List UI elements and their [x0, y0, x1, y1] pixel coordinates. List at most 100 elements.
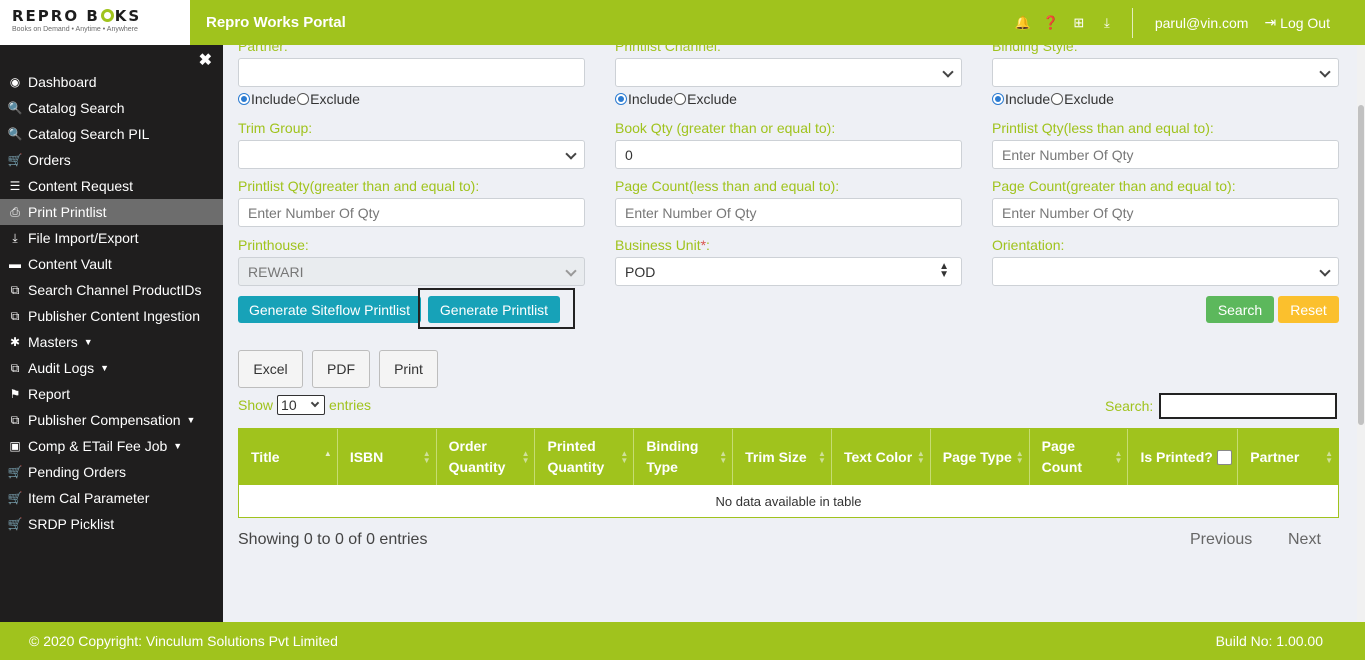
chevron-down-icon	[1319, 66, 1331, 78]
orientation-label: Orientation:	[992, 237, 1065, 253]
page-count-le-label: Page Count(less than and equal to):	[615, 178, 840, 194]
partner-exclude-radio[interactable]	[297, 93, 310, 105]
column-header-order-quantity[interactable]: Order Quantity ▲ ▼	[437, 429, 536, 485]
sidebar-item-report[interactable]: ⚑ Report	[0, 381, 223, 407]
trim-group-label: Trim Group:	[238, 120, 313, 136]
pdf-export-button[interactable]: PDF	[312, 350, 370, 388]
search-button[interactable]: Search	[1206, 296, 1274, 323]
sidebar-item-item-cal-parameter[interactable]: 🛒 Item Cal Parameter	[0, 485, 223, 511]
download-icon[interactable]: ⤓	[1100, 15, 1114, 30]
sidebar-item-srdp-picklist[interactable]: 🛒 SRDP Picklist	[0, 511, 223, 537]
logout-button[interactable]: ⇥ Log Out	[1264, 14, 1330, 31]
exclude-label: Exclude	[687, 91, 737, 107]
next-page-button[interactable]: Next	[1288, 531, 1321, 549]
sidebar: ✖ ◉ Dashboard 🔍 Catalog Search 🔍 Catalog Sear…	[0, 45, 223, 622]
generate-siteflow-printlist-button[interactable]: Generate Siteflow Printlist	[238, 296, 421, 323]
sidebar-item-dashboard[interactable]: ◉ Dashboard	[0, 69, 223, 95]
page-scrollbar[interactable]	[1357, 45, 1365, 622]
excel-export-button[interactable]: Excel	[238, 350, 303, 388]
binding-include-radio[interactable]	[992, 93, 1004, 105]
partner-input[interactable]	[238, 58, 585, 87]
cart-icon: 🛒	[7, 153, 23, 167]
sidebar-item-file-import-export[interactable]: ⤓ File Import/Export	[0, 225, 223, 251]
column-header-label: Trim Size	[745, 448, 807, 465]
brand-logo[interactable]: REPRO B KS Books on Demand • Anytime • An…	[0, 0, 190, 45]
previous-page-button[interactable]: Previous	[1190, 531, 1252, 549]
select-all-checkbox[interactable]	[1216, 449, 1232, 465]
plus-square-icon[interactable]: ⊞	[1072, 15, 1086, 30]
binding-style-select[interactable]	[992, 58, 1339, 87]
column-header-is-printed[interactable]: Is Printed?	[1128, 429, 1239, 485]
channel-include-radio[interactable]	[615, 93, 627, 105]
column-header-partner[interactable]: Partner ▲ ▼	[1238, 429, 1338, 485]
sidebar-item-comp-etail-fee-job[interactable]: ▣ Comp & ETail Fee Job ▼	[0, 433, 223, 459]
sidebar-item-content-request[interactable]: ☰ Content Request	[0, 173, 223, 199]
close-icon[interactable]: ✖	[199, 50, 212, 70]
scrollbar-thumb[interactable]	[1358, 105, 1364, 425]
generate-printlist-button[interactable]: Generate Printlist	[428, 296, 560, 323]
cart-icon: 🛒	[7, 517, 23, 531]
sidebar-item-search-channel-productids[interactable]: ⧉ Search Channel ProductIDs	[0, 277, 223, 303]
help-icon[interactable]: ❓	[1043, 15, 1059, 30]
book-qty-input[interactable]: 0	[615, 140, 962, 169]
sidebar-item-audit-logs[interactable]: ⧉ Audit Logs ▼	[0, 355, 223, 381]
sidebar-item-pending-orders[interactable]: 🛒 Pending Orders	[0, 459, 223, 485]
column-header-label: Order Quantity	[448, 438, 506, 475]
sidebar-item-content-vault[interactable]: ▬ Content Vault	[0, 251, 223, 277]
sort-icon: ▲ ▼	[620, 449, 629, 465]
channel-exclude-radio[interactable]	[674, 93, 687, 105]
column-header-page-count[interactable]: Page Count ▲ ▼	[1030, 429, 1129, 485]
chevron-down-icon	[1319, 265, 1331, 277]
binding-style-label: Binding Style:	[992, 45, 1078, 54]
user-email[interactable]: parul@vin.com	[1155, 15, 1249, 31]
sort-arrows-icon: ▲ ▼	[939, 261, 949, 280]
sign-out-icon: ⇥	[1264, 14, 1277, 30]
partner-include-radio[interactable]	[238, 93, 250, 105]
column-header-binding-type[interactable]: Binding Type ▲ ▼	[634, 429, 734, 485]
printlist-qty-ge-input[interactable]: Enter Number Of Qty	[238, 198, 585, 227]
page-count-le-input[interactable]: Enter Number Of Qty	[615, 198, 962, 227]
sidebar-item-print-printlist[interactable]: ⎙ Print Printlist	[0, 199, 223, 225]
sidebar-item-publisher-content-ingestion[interactable]: ⧉ Publisher Content Ingestion	[0, 303, 223, 329]
business-unit-select[interactable]: POD ▲ ▼	[615, 257, 962, 286]
sidebar-item-publisher-compensation[interactable]: ⧉ Publisher Compensation ▼	[0, 407, 223, 433]
clone-icon: ⧉	[10, 412, 20, 427]
include-label: Include	[628, 91, 674, 107]
print-icon: ⎙	[10, 204, 20, 219]
sidebar-item-catalog-search-pil[interactable]: 🔍 Catalog Search PIL	[0, 121, 223, 147]
search-icon: 🔍	[7, 101, 23, 115]
page-length-select[interactable]: 10	[277, 395, 326, 415]
flag-icon: ⚑	[9, 387, 21, 401]
page-count-ge-input[interactable]: Enter Number Of Qty	[992, 198, 1339, 227]
main-content: Partner: Printlist Channel: Binding Styl…	[223, 45, 1357, 622]
chevron-down-icon	[942, 66, 954, 78]
column-header-text-color[interactable]: Text Color ▲ ▼	[832, 429, 931, 485]
printlist-qty-le-label: Printlist Qty(less than and equal to):	[992, 120, 1214, 136]
folder-icon: ▬	[9, 257, 21, 271]
sort-icon: ▲ ▼	[1325, 449, 1334, 465]
column-header-page-type[interactable]: Page Type ▲ ▼	[931, 429, 1030, 485]
page-count-ge-label: Page Count(greater than and equal to):	[992, 178, 1236, 194]
trim-group-select[interactable]	[238, 140, 585, 169]
binding-exclude-radio[interactable]	[1051, 93, 1064, 105]
printlist-qty-le-input[interactable]: Enter Number Of Qty	[992, 140, 1339, 169]
column-header-isbn[interactable]: ISBN ▲ ▼	[338, 429, 437, 485]
column-header-title[interactable]: Title ▲	[239, 429, 338, 485]
sidebar-item-masters[interactable]: ✱ Masters ▼	[0, 329, 223, 355]
sidebar-item-orders[interactable]: 🛒 Orders	[0, 147, 223, 173]
bell-icon[interactable]: 🔔	[1015, 15, 1031, 30]
print-button[interactable]: Print	[379, 350, 438, 388]
build-number: Build No: 1.00.00	[1215, 633, 1323, 649]
printlist-channel-select[interactable]	[615, 58, 962, 87]
reset-button[interactable]: Reset	[1278, 296, 1339, 323]
column-header-trim-size[interactable]: Trim Size ▲ ▼	[733, 429, 832, 485]
column-header-printed-quantity[interactable]: Printed Quantity ▲ ▼	[535, 429, 635, 485]
sidebar-item-catalog-search[interactable]: 🔍 Catalog Search	[0, 95, 223, 121]
printlist-qty-ge-label: Printlist Qty(greater than and equal to)…	[238, 178, 480, 194]
download-icon: ⤓	[12, 230, 18, 245]
table-search-input[interactable]	[1159, 393, 1338, 419]
channel-include-exclude: Include Exclude	[615, 91, 737, 107]
orientation-select[interactable]	[992, 257, 1339, 286]
column-header-label: Binding Type	[646, 438, 699, 475]
clone-icon: ⧉	[10, 308, 20, 323]
